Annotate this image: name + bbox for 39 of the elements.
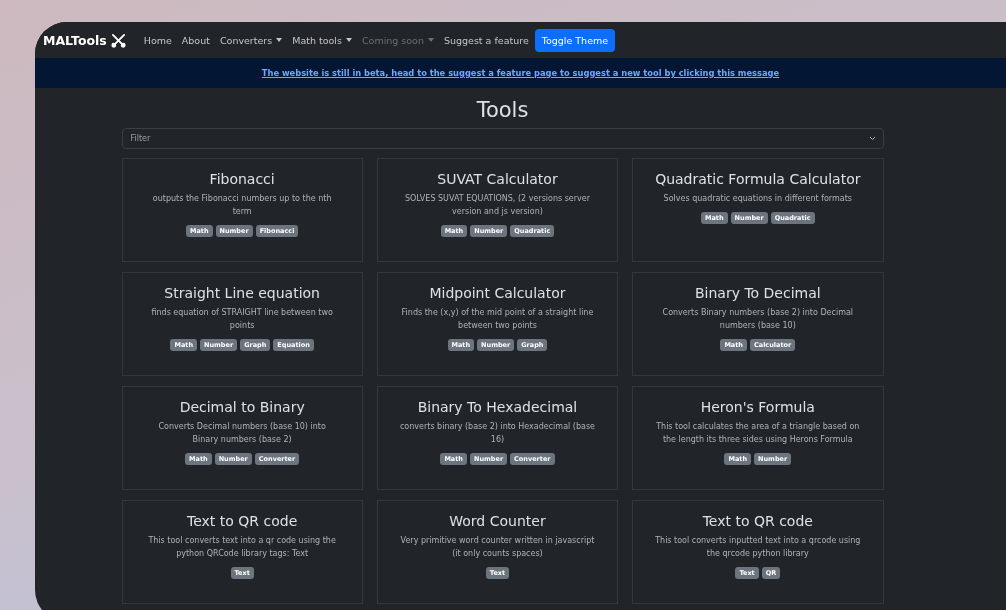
card-title: Text to QR code [702, 513, 813, 529]
card-description: Finds the (x,y) of the mid point of a straight line between two points [400, 307, 595, 332]
card-description: This tool calculates the area of a triangle based on the length its three sides using Herons Formula [655, 421, 861, 446]
card-title: Quadratic Formula Calculator [655, 171, 861, 187]
card-description: Converts Binary numbers (base 2) into Decimal numbers (base 10) [661, 307, 855, 332]
nav-link[interactable]: About [181, 34, 210, 46]
chevron-down-icon [868, 136, 876, 141]
card-title: Midpoint Calculator [429, 285, 566, 301]
nav-dropdown[interactable]: Math tools [292, 34, 352, 46]
card-description: Very primitive word counter written in javascript (it only counts spaces) [399, 535, 596, 560]
card-title: Binary To Hexadecimal [417, 399, 578, 415]
caret-icon [427, 38, 434, 42]
card-description: This tool converts inputted text into a qrcode using the qrcode python library [655, 535, 861, 560]
card-description: converts binary (base 2) into Hexadecimal (base 16) [399, 421, 596, 446]
page-heading: Tools [475, 98, 530, 122]
card-title: Binary To Decimal [694, 285, 821, 301]
caret-icon [276, 38, 283, 42]
nav-link[interactable]: Suggest a feature [443, 34, 529, 46]
card-description: finds equation of STRAIGHT line between two points [150, 307, 334, 332]
card-title: Fibonacci [209, 171, 275, 187]
filter-select[interactable]: Filter [121, 128, 884, 149]
caret-icon [345, 38, 352, 42]
tools-icon [110, 32, 126, 48]
nav-dropdown[interactable]: Converters [219, 34, 283, 46]
card-description: This tool converts text into a qr code using the python QRCode library tags: Text [147, 535, 337, 560]
card-title: Straight Line equation [164, 285, 320, 301]
card-title: SUVAT Calculator [437, 171, 558, 187]
nav-link[interactable]: Home [143, 34, 172, 46]
card-description: Solves quadratic equations in different formats [663, 193, 852, 205]
card-description: SOLVES SUVAT EQUATIONS, (2 versions server version and js version) [403, 193, 592, 218]
card-title: Word Counter [449, 513, 546, 529]
card-title: Decimal to Binary [179, 399, 305, 415]
card-title: Heron's Formula [700, 399, 815, 415]
toggle-theme-button[interactable]: Toggle Theme [534, 28, 616, 52]
brand-logo[interactable]: MALTools [43, 32, 107, 48]
beta-notice-link[interactable]: The website is still in beta, head to the suggest a feature page to suggest a new tool by clicking this message [261, 68, 780, 78]
card-description: outputs the Fibonacci numbers up to the nth term [151, 193, 333, 218]
card-title: Text to QR code [187, 513, 298, 529]
card-description: Converts Decimal numbers (base 10) into Binary numbers (base 2) [157, 421, 327, 446]
